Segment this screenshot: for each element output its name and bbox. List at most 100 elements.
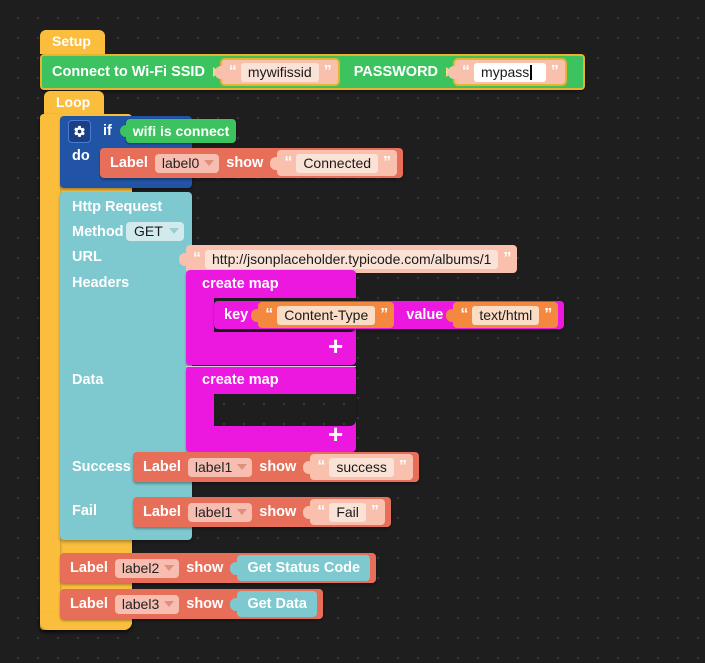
quote-open-icon: “ (462, 63, 470, 80)
header-entry-block[interactable]: key “ Content-Type ” value “ text/html ” (214, 301, 565, 329)
value-label: value (406, 307, 444, 323)
quote-close-icon: ” (398, 458, 407, 475)
fail-label: Fail (72, 503, 97, 519)
get-data-block[interactable]: Get Data (230, 591, 317, 617)
if-body-label-show-block[interactable]: Label label0 show “ Connected ” (100, 148, 404, 178)
url-value[interactable]: http://jsonplaceholder.typicode.com/albu… (205, 249, 499, 269)
create-map-label: create map (202, 276, 279, 292)
label-word: Label (143, 459, 181, 475)
blockly-workspace[interactable]: Setup Connect to Wi-Fi SSID “ mywifissid… (0, 0, 705, 663)
chevron-down-icon (237, 508, 248, 515)
wifi-is-connect-label: wifi is connect (132, 123, 230, 139)
ssid-value[interactable]: mywifissid (240, 62, 319, 82)
quote-close-icon: ” (503, 250, 511, 267)
chevron-down-icon (168, 228, 179, 234)
password-label: PASSWORD (353, 64, 439, 80)
data-create-map-block[interactable]: create map + (186, 366, 356, 452)
quote-open-icon: “ (228, 63, 237, 80)
fail-value[interactable]: Fail (329, 502, 366, 522)
header-key-value[interactable]: Content-Type (277, 305, 376, 325)
connected-value[interactable]: Connected (296, 153, 379, 173)
header-value-string-block[interactable]: “ text/html ” (446, 302, 559, 328)
quote-close-icon: ” (544, 306, 552, 323)
get-data-label-show-block[interactable]: Label label3 show Get Data (60, 589, 323, 619)
url-socket: “ http://jsonplaceholder.typicode.com/al… (178, 245, 518, 273)
url-string-block[interactable]: “ http://jsonplaceholder.typicode.com/al… (178, 245, 518, 273)
add-header-entry-button[interactable]: + (328, 333, 343, 359)
quote-open-icon: “ (265, 306, 273, 323)
setup-connect-wifi-block[interactable]: Connect to Wi-Fi SSID “ mywifissid ” PAS… (40, 54, 585, 90)
label-target-value: label1 (194, 503, 233, 520)
label-word: Label (110, 155, 148, 171)
quote-close-icon: ” (380, 306, 388, 323)
status-code-label-show-block[interactable]: Label label2 show Get Status Code (60, 553, 377, 583)
wifi-is-connect-block[interactable]: wifi is connect (120, 119, 236, 143)
quote-open-icon: “ (193, 250, 201, 267)
quote-close-icon: ” (323, 63, 332, 80)
create-map-label: create map (202, 372, 279, 388)
fail-string-block[interactable]: “ Fail ” (303, 499, 385, 525)
data-label: Data (72, 372, 104, 388)
quote-close-icon: ” (370, 503, 379, 520)
chevron-down-icon (237, 463, 248, 470)
label-target-value: label1 (194, 458, 233, 475)
password-string-block[interactable]: “ mypass ” (448, 58, 567, 86)
get-status-code-block[interactable]: Get Status Code (230, 555, 371, 581)
headers-label: Headers (72, 275, 130, 291)
label-word: Label (143, 504, 181, 520)
label-target-dropdown[interactable]: label2 (114, 558, 180, 578)
success-string-block[interactable]: “ success ” (303, 454, 413, 480)
password-value[interactable]: mypass (474, 62, 546, 82)
label-word: Label (70, 596, 108, 612)
success-label: Success (72, 459, 131, 475)
method-value: GET (134, 223, 163, 239)
label-target-value: label3 (121, 595, 160, 612)
label-target-value: label0 (161, 154, 200, 171)
setup-tab-label: Setup (52, 33, 91, 49)
http-request-block[interactable]: Http Request Method URL Headers Data Suc… (60, 192, 192, 540)
loop-tab-label: Loop (56, 94, 91, 110)
get-status-code-label: Get Status Code (247, 560, 361, 576)
if-label: if (103, 123, 112, 139)
chevron-down-icon (164, 564, 175, 571)
label-target-value: label2 (121, 559, 160, 576)
connect-wifi-label: Connect to Wi-Fi SSID (52, 64, 205, 80)
quote-open-icon: “ (317, 503, 325, 520)
method-label: Method (72, 224, 124, 240)
show-word: show (259, 504, 297, 520)
get-data-label: Get Data (247, 596, 307, 612)
label-word: Label (70, 560, 108, 576)
ssid-string-block[interactable]: “ mywifissid ” (214, 58, 340, 86)
url-label: URL (72, 249, 102, 265)
loop-tab[interactable]: Loop (44, 91, 105, 121)
quote-close-icon: ” (550, 63, 559, 80)
http-request-title: Http Request (72, 199, 163, 215)
chevron-down-icon (164, 600, 175, 607)
method-dropdown[interactable]: GET (126, 222, 184, 241)
show-word: show (226, 155, 264, 171)
label-target-dropdown[interactable]: label1 (187, 502, 253, 522)
loop-block-left-spine (40, 114, 60, 630)
label-target-dropdown[interactable]: label3 (114, 594, 180, 614)
show-word: show (186, 596, 224, 612)
header-key-string-block[interactable]: “ Content-Type ” (251, 302, 395, 328)
label-target-dropdown[interactable]: label0 (154, 153, 220, 173)
quote-open-icon: “ (284, 154, 292, 171)
quote-open-icon: “ (317, 458, 325, 475)
fail-label-show-block[interactable]: Label label1 show “ Fail ” (133, 497, 391, 527)
success-value[interactable]: success (329, 457, 394, 477)
key-label: key (224, 307, 249, 323)
setup-tab[interactable]: Setup (40, 30, 105, 60)
map-divider (186, 366, 356, 367)
success-label-show-block[interactable]: Label label1 show “ success ” (133, 452, 419, 482)
chevron-down-icon (204, 159, 215, 166)
header-value-value[interactable]: text/html (472, 305, 540, 325)
label-target-dropdown[interactable]: label1 (187, 457, 253, 477)
connected-string-block[interactable]: “ Connected ” (270, 150, 398, 176)
quote-close-icon: ” (383, 154, 391, 171)
do-label: do (72, 148, 90, 164)
show-word: show (259, 459, 297, 475)
add-data-entry-button[interactable]: + (328, 421, 343, 447)
show-word: show (186, 560, 224, 576)
gear-icon[interactable] (68, 119, 91, 143)
